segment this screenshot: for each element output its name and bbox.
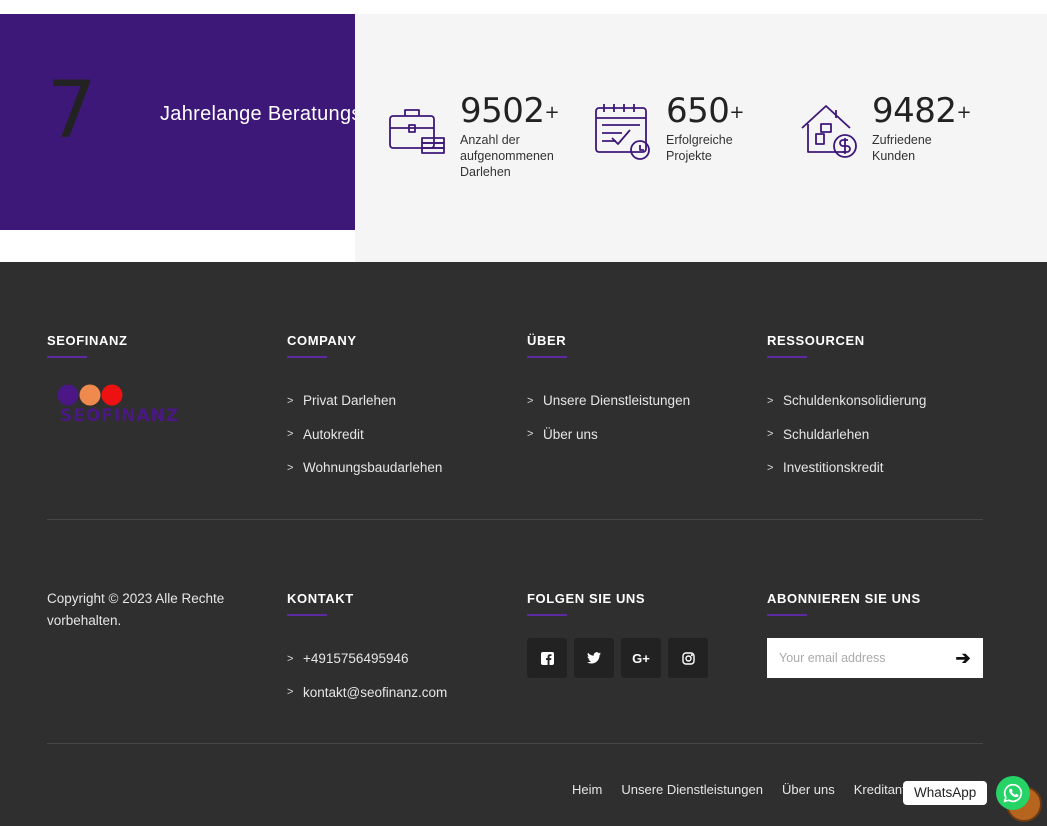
whatsapp-icon xyxy=(1003,783,1023,803)
footer-subscribe-title: ABONNIEREN SIE UNS xyxy=(767,591,921,606)
chevron-right-icon: > xyxy=(527,428,534,441)
title-underline xyxy=(47,356,87,358)
footer-link-schuldenkonsolidierung[interactable]: > Schuldenkonsolidierung xyxy=(767,384,926,418)
chevron-right-icon: > xyxy=(767,461,774,474)
footer-kontakt-title: KONTAKT xyxy=(287,591,354,606)
stat-number: 650+ xyxy=(666,91,744,131)
facebook-button[interactable] xyxy=(527,638,567,678)
subscribe-email-input[interactable] xyxy=(767,638,943,678)
logo-circles xyxy=(57,384,123,406)
twitter-button[interactable] xyxy=(574,638,614,678)
subscribe-submit-button[interactable]: ➔ xyxy=(943,638,983,678)
calendar-icon xyxy=(595,104,650,160)
stat-customers: 9482+ Zufriedene Kunden xyxy=(800,92,972,164)
footer-bottom-divider xyxy=(47,743,983,744)
twitter-icon xyxy=(587,652,601,664)
chevron-right-icon: > xyxy=(527,394,534,407)
stat-label: Anzahl der aufgenommenen Darlehen xyxy=(460,133,554,179)
house-dollar-icon xyxy=(801,105,857,158)
stat-number: 9502+ xyxy=(460,91,560,131)
footer-ressourcen-column: RESSOURCEN > Schuldenkonsolidierung > Schu… xyxy=(767,333,926,485)
footer-company-links: > Privat Darlehen > Autokredit > Wohnungsba… xyxy=(287,384,442,485)
bottom-nav-heim[interactable]: Heim xyxy=(572,782,602,797)
footer-kontakt-column: KONTAKT > +4915756495946 > kontakt@seofina… xyxy=(287,591,447,709)
experience-years-number: 7 xyxy=(47,66,97,156)
stats-panel: 9502+ Anzahl der aufgenommenen Darlehen … xyxy=(355,14,1047,262)
footer-company-title: COMPANY xyxy=(287,333,357,348)
whatsapp-label[interactable]: WhatsApp xyxy=(903,781,988,805)
chevron-right-icon: > xyxy=(767,394,774,407)
social-buttons: G+ xyxy=(527,638,708,678)
footer-divider xyxy=(47,519,983,520)
footer-ressourcen-links: > Schuldenkonsolidierung > Schuldarlehen >… xyxy=(767,384,926,485)
seofinanz-logo[interactable]: SEOFINANZ xyxy=(57,384,180,430)
footer-kontakt-links: > +4915756495946 > kontakt@seofinanz.com xyxy=(287,642,447,709)
footer-subscribe-column: ABONNIEREN SIE UNS ➔ xyxy=(767,591,983,678)
footer-link-uber-uns[interactable]: > Über uns xyxy=(527,418,690,452)
footer-ressourcen-title: RESSOURCEN xyxy=(767,333,865,348)
chevron-right-icon: > xyxy=(287,652,294,665)
footer-link-unsere-dienstleistungen[interactable]: > Unsere Dienstleistungen xyxy=(527,384,690,418)
stat-label: Zufriedene Kunden xyxy=(872,133,932,163)
footer-brand-column: SEOFINANZ SEOFINANZ xyxy=(47,333,180,430)
whatsapp-widget[interactable]: WhatsApp xyxy=(903,776,1031,810)
chevron-right-icon: > xyxy=(287,428,294,441)
title-underline xyxy=(527,614,567,616)
logo-wordmark: SEOFINANZ xyxy=(60,406,180,426)
title-underline xyxy=(287,356,327,358)
subscribe-form: ➔ xyxy=(767,638,983,678)
instagram-icon xyxy=(681,651,695,665)
instagram-button[interactable] xyxy=(668,638,708,678)
chevron-right-icon: > xyxy=(287,461,294,474)
footer-link-privat-darlehen[interactable]: > Privat Darlehen xyxy=(287,384,442,418)
footer-bottom-nav: Heim Unsere Dienstleistungen Über uns Kr… xyxy=(572,782,916,797)
footer-uber-title: ÜBER xyxy=(527,333,567,348)
facebook-icon xyxy=(540,651,554,665)
title-underline xyxy=(287,614,327,616)
arrow-right-icon: ➔ xyxy=(955,647,971,668)
footer-uber-links: > Unsere Dienstleistungen > Über uns xyxy=(527,384,690,451)
stat-number: 9482+ xyxy=(872,91,972,131)
footer-brand-title: SEOFINANZ xyxy=(47,333,128,348)
footer-company-column: COMPANY > Privat Darlehen > Autokredit > Wo… xyxy=(287,333,442,485)
footer-contact-phone[interactable]: > +4915756495946 xyxy=(287,642,447,676)
footer-follow-column: FOLGEN SIE UNS G+ xyxy=(527,591,708,678)
experience-years-text: Jahrelange Beratungserfahrung xyxy=(160,103,370,125)
chevron-right-icon: > xyxy=(767,428,774,441)
bottom-nav-unsere-dienstleistungen[interactable]: Unsere Dienstleistungen xyxy=(621,782,763,797)
stat-projects: 650+ Erfolgreiche Projekte xyxy=(594,92,766,164)
footer-follow-title: FOLGEN SIE UNS xyxy=(527,591,646,606)
footer-link-investitionskredit[interactable]: > Investitionskredit xyxy=(767,451,926,485)
title-underline xyxy=(767,614,807,616)
chevron-right-icon: > xyxy=(287,394,294,407)
copyright-text: Copyright © 2023 Alle Rechte vorbehalten… xyxy=(47,591,225,628)
footer-uber-column: ÜBER > Unsere Dienstleistungen > Über uns xyxy=(527,333,690,451)
google-plus-icon: G+ xyxy=(632,650,650,666)
title-underline xyxy=(767,356,807,358)
footer-link-wohnungsbaudarlehen[interactable]: > Wohnungsbaudarlehen xyxy=(287,451,442,485)
bottom-nav-uber-uns[interactable]: Über uns xyxy=(782,782,835,797)
footer-link-schuldarlehen[interactable]: > Schuldarlehen xyxy=(767,418,926,452)
footer-link-autokredit[interactable]: > Autokredit xyxy=(287,418,442,452)
footer: SEOFINANZ SEOFINANZ COMPANY > Privat Darl… xyxy=(0,262,1047,826)
footer-contact-email[interactable]: > kontakt@seofinanz.com xyxy=(287,676,447,710)
briefcase-money-icon xyxy=(389,109,445,154)
page: 7 Jahrelange Beratungserfahrung 9502+ An… xyxy=(0,0,1047,826)
chevron-right-icon: > xyxy=(287,686,294,699)
stat-label: Erfolgreiche Projekte xyxy=(666,133,733,163)
google-plus-button[interactable]: G+ xyxy=(621,638,661,678)
footer-copyright-column: Copyright © 2023 Alle Rechte vorbehalten… xyxy=(47,588,247,632)
title-underline xyxy=(527,356,567,358)
stat-loans: 9502+ Anzahl der aufgenommenen Darlehen xyxy=(388,92,560,180)
